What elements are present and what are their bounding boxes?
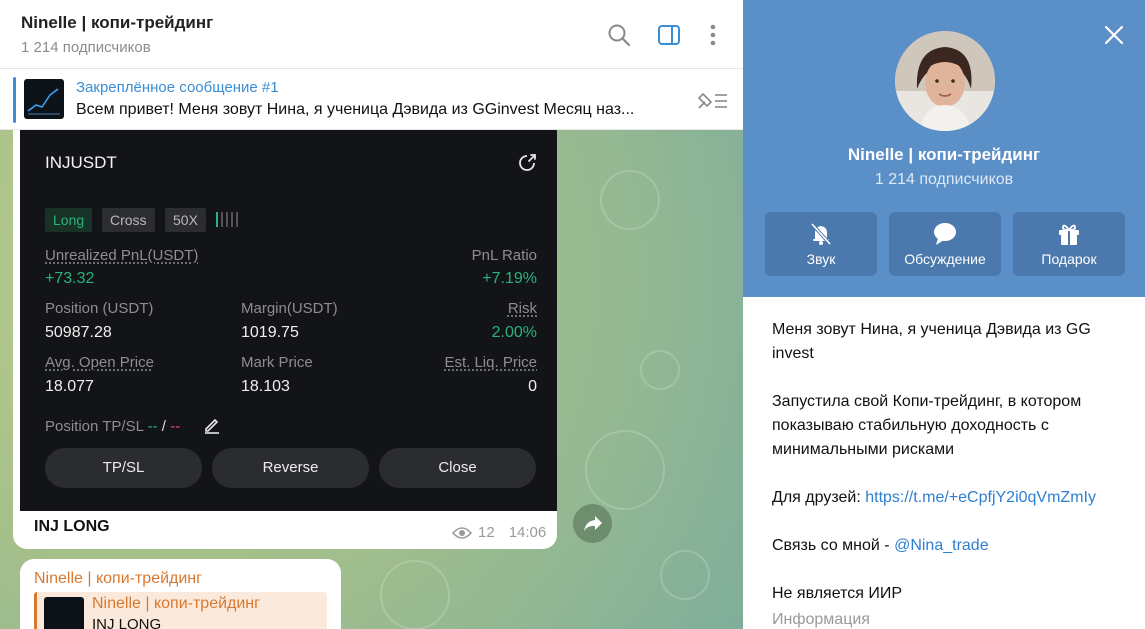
share-icon	[519, 154, 536, 171]
gift-icon	[1059, 224, 1079, 245]
position-value: 50987.28	[45, 324, 112, 341]
friends-link[interactable]: https://t.me/+eCpfjY2i0qVmZmIy	[865, 489, 1096, 506]
discussion-button-label: Обсуждение	[904, 251, 986, 267]
mute-button[interactable]: Звук	[765, 212, 877, 276]
message-time: 14:06	[508, 524, 547, 541]
pnl-ratio-value: +7.19%	[482, 270, 537, 287]
liq-price-label: Est. Liq. Price	[444, 354, 537, 371]
position-label: Position (USDT)	[45, 300, 154, 317]
reverse-button: Reverse	[212, 448, 369, 488]
bell-off-icon	[810, 222, 832, 246]
tpsl-tp: --	[147, 418, 158, 435]
side-panel-icon[interactable]	[656, 22, 682, 48]
tag-cross: Cross	[102, 208, 155, 232]
more-icon[interactable]	[700, 22, 726, 48]
channel-description: Меня зовут Нина, я ученица Дэвида из GG …	[772, 318, 1132, 629]
chat-area: Ninelle | копи-трейдинг 1 214 подписчико…	[0, 0, 743, 629]
views-icon	[452, 526, 472, 539]
next-message-author[interactable]: Ninelle | копи-трейдинг	[34, 570, 202, 588]
pinned-title: Закреплённое сообщение #1	[76, 79, 279, 96]
margin-label: Margin(USDT)	[241, 300, 338, 317]
chat-subscribers: 1 214 подписчиков	[21, 39, 151, 56]
reply-preview[interactable]: Ninelle | копи-трейдинг INJ LONG	[34, 592, 327, 629]
risk-value: 2.00%	[491, 324, 537, 341]
pnl-ratio-label: PnL Ratio	[471, 247, 537, 264]
panel-channel-name: Ninelle | копи-трейдинг	[847, 145, 1041, 164]
forward-icon[interactable]	[573, 504, 612, 543]
contact-label: Связь со мной -	[772, 537, 895, 554]
tpsl-label: Position TP/SL	[45, 418, 144, 435]
unrealized-pnl-value: +73.32	[45, 270, 95, 287]
search-icon[interactable]	[606, 22, 632, 48]
gift-button-label: Подарок	[1041, 251, 1097, 267]
message-meta: 12 14:06	[452, 524, 546, 541]
close-position-button: Close	[379, 448, 536, 488]
margin-value: 1019.75	[241, 324, 299, 341]
about-copy-trading: Запустила свой Копи-трейдинг, в котором …	[772, 393, 1082, 458]
chat-bubble-icon	[934, 223, 956, 245]
reply-author: Ninelle | копи-трейдинг	[92, 595, 260, 612]
about-friends: Для друзей: https://t.me/+eCpfjY2i0qVmZm…	[772, 486, 1132, 510]
tpsl-row: Position TP/SL -- / --	[45, 418, 180, 435]
about-disclaimer: Не является ИИР	[772, 585, 902, 602]
tag-leverage: 50X	[165, 208, 206, 232]
about-contact: Связь со мной - @Nina_trade	[772, 534, 1132, 558]
panel-header: Ninelle | копи-трейдинг 1 214 подписчико…	[743, 0, 1145, 297]
chat-header: Ninelle | копи-трейдинг 1 214 подписчико…	[0, 0, 743, 69]
mark-price-value: 18.103	[241, 378, 290, 395]
pinned-thumbnail	[24, 79, 64, 119]
mark-price-label: Mark Price	[241, 354, 313, 371]
unrealized-pnl-label: Unrealized PnL(USDT)	[45, 247, 199, 264]
pinned-message[interactable]: Закреплённое сообщение #1 Всем привет! М…	[0, 70, 743, 130]
tpsl-separator: /	[161, 418, 166, 435]
pinned-text: Всем привет! Меня зовут Нина, я ученица …	[76, 101, 635, 118]
reply-thumbnail	[44, 597, 84, 629]
mute-button-label: Звук	[806, 251, 836, 267]
friends-label: Для друзей:	[772, 489, 866, 506]
leverage-bars	[216, 212, 241, 232]
about-intro: Меня зовут Нина, я ученица Дэвида из GG …	[772, 321, 1091, 362]
channel-avatar[interactable]	[895, 31, 995, 131]
chat-title[interactable]: Ninelle | копи-трейдинг	[21, 13, 213, 33]
avg-open-value: 18.077	[45, 378, 94, 395]
panel-subscribers: 1 214 подписчиков	[874, 171, 1014, 188]
contact-link[interactable]: @Nina_trade	[894, 537, 989, 554]
close-icon[interactable]	[1101, 22, 1127, 48]
pinned-indicator	[13, 77, 16, 123]
avg-open-label: Avg. Open Price	[45, 354, 154, 371]
pinned-list-icon[interactable]	[695, 88, 729, 114]
risk-label: Risk	[507, 300, 537, 317]
tpsl-sl: --	[170, 418, 181, 435]
edit-icon	[205, 418, 219, 434]
channel-info-panel: Ninelle | копи-трейдинг 1 214 подписчико…	[743, 0, 1145, 629]
discussion-button[interactable]: Обсуждение	[889, 212, 1001, 276]
reply-text: INJ LONG	[92, 616, 162, 629]
tag-long: Long	[45, 208, 93, 232]
views-count: 12	[478, 524, 495, 541]
info-label: Информация	[772, 611, 870, 628]
trade-symbol: INJUSDT	[45, 153, 117, 172]
tpsl-button: TP/SL	[45, 448, 202, 488]
gift-button[interactable]: Подарок	[1013, 212, 1125, 276]
trade-screenshot[interactable]: INJUSDT Long Cross 50X Unrealized PnL(US…	[20, 130, 557, 511]
liq-price-value: 0	[528, 378, 537, 395]
message-caption: INJ LONG	[34, 518, 110, 535]
